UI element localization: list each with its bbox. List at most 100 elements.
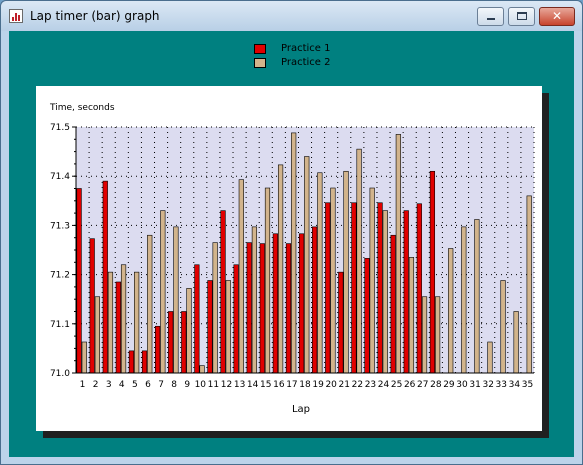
x-tick-label: 4 [119,380,125,390]
x-tick-label: 22 [352,380,363,390]
bar-practice-2-lap-25 [395,134,401,374]
bar-chart: Time, seconds 71.0 71.1 71.2 71.3 71.4 71.5 1… [49,103,535,415]
bar-practice-1-lap-10 [194,264,200,374]
bar-practice-2-lap-29 [448,248,454,374]
bar-practice-1-lap-21 [338,271,344,374]
x-tick-label: 12 [221,380,232,390]
legend-swatch-practice-1 [254,44,266,54]
bar-practice-1-lap-20 [325,202,331,374]
bar-practice-1-lap-24 [377,202,383,374]
x-axis-title: Lap [292,404,310,415]
bar-practice-2-lap-5 [134,271,140,374]
bar-practice-1-lap-8 [168,311,174,374]
y-axis-title: Time, seconds [49,103,115,113]
x-tick-label: 18 [299,380,311,390]
bar-practice-1-lap-25 [390,234,396,374]
app-window: Lap timer (bar) graph ✕ Practice 1 Pract… [0,0,583,465]
legend-label-practice-2: Practice 2 [281,57,331,68]
bar-practice-1-lap-13 [233,264,239,374]
y-tick-label: 71.5 [50,123,70,133]
bar-practice-2-lap-10 [199,365,205,374]
bar-practice-1-lap-15 [259,243,265,374]
title-bar[interactable]: Lap timer (bar) graph ✕ [1,1,582,31]
bar-practice-2-lap-19 [317,172,323,374]
bar-practice-2-lap-28 [435,296,441,374]
y-tick-label: 71.3 [50,221,70,231]
bar-practice-2-lap-4 [120,264,127,374]
bar-chart-icon[interactable] [9,9,23,23]
x-tick-label: 23 [365,380,376,390]
maximize-button[interactable] [508,7,535,26]
x-tick-label: 26 [404,380,416,390]
x-tick-label: 14 [247,380,259,390]
bar-practice-2-lap-22 [356,148,362,374]
bar-practice-2-lap-3 [107,271,114,374]
bar-practice-2-lap-17 [291,132,297,374]
bar-practice-2-lap-20 [330,187,336,374]
bar-practice-2-lap-13 [238,179,244,374]
x-tick-label: 7 [158,380,164,390]
y-tick-label: 71.4 [50,172,70,182]
bar-practice-1-lap-16 [272,233,278,374]
x-tick-label: 6 [145,380,151,390]
bar-practice-2-lap-6 [147,234,153,374]
x-tick-label: 2 [93,380,99,390]
bar-practice-2-lap-21 [343,170,349,374]
bar-practice-1-lap-27 [416,203,422,374]
legend-label-practice-1: Practice 1 [281,43,331,54]
bar-practice-1-lap-26 [403,210,409,374]
window-title: Lap timer (bar) graph [30,9,160,23]
x-tick-label: 34 [509,380,521,390]
bar-practice-2-lap-34 [513,311,519,374]
bar-practice-2-lap-35 [526,195,532,374]
bar-practice-2-lap-9 [186,288,192,374]
bar-practice-1-lap-3 [102,180,108,374]
chart-client-area: Practice 1 Practice 2 Time, seconds 71.0… [9,31,574,457]
y-tick-label: 71.1 [50,320,70,330]
bar-practice-2-lap-16 [277,164,284,374]
bar-practice-2-lap-7 [160,210,166,374]
minimize-button[interactable] [477,7,504,26]
bar-practice-2-lap-14 [251,226,258,374]
bar-practice-2-lap-23 [369,187,375,374]
minimize-icon [487,18,495,20]
bar-practice-2-lap-8 [173,226,179,374]
bar-practice-2-lap-18 [304,156,310,374]
x-tick-label: 31 [469,380,480,390]
bar-practice-1-lap-7 [155,325,161,374]
bar-practice-2-lap-15 [264,187,271,374]
x-tick-label: 13 [234,380,245,390]
chart-panel: Time, seconds 71.0 71.1 71.2 71.3 71.4 71.5 1… [36,86,542,431]
x-tick-label: 29 [443,380,455,390]
x-tick-label: 20 [325,380,337,390]
x-tick-label: 35 [522,380,533,390]
bar-practice-2-lap-27 [421,296,428,374]
bar-practice-1-lap-23 [364,258,370,374]
bar-practice-2-lap-24 [382,210,388,374]
bar-practice-2-lap-1 [81,341,87,374]
close-button[interactable]: ✕ [539,7,575,26]
x-tick-label: 27 [417,380,428,390]
x-tick-label: 3 [106,380,112,390]
x-tick-labels: 1 2 3 4 5 6 7 8 9 10 11 12 13 14 15 16 17 18 19 20 21 22 23 24 2… [80,380,534,390]
x-tick-label: 28 [430,380,442,390]
x-tick-label: 32 [482,380,493,390]
bar-practice-1-lap-28 [429,170,436,374]
bar-practice-1-lap-2 [89,238,95,374]
bar-practice-2-lap-32 [487,341,493,374]
x-tick-label: 25 [391,380,402,390]
x-tick-label: 5 [132,380,138,390]
bar-practice-1-lap-14 [246,242,252,374]
bar-practice-2-lap-26 [408,257,415,374]
bar-practice-1-lap-17 [285,243,292,374]
bar-practice-2-lap-30 [461,226,467,374]
x-tick-label: 33 [496,380,507,390]
bar-practice-1-lap-6 [141,350,148,374]
y-tick-label: 71.2 [50,271,70,281]
x-tick-label: 17 [286,380,297,390]
bar-practice-1-lap-22 [351,202,357,374]
bar-practice-2-lap-2 [94,296,100,374]
x-tick-label: 19 [312,380,324,390]
x-tick-label: 21 [339,380,350,390]
bar-practice-1-lap-9 [181,311,187,374]
